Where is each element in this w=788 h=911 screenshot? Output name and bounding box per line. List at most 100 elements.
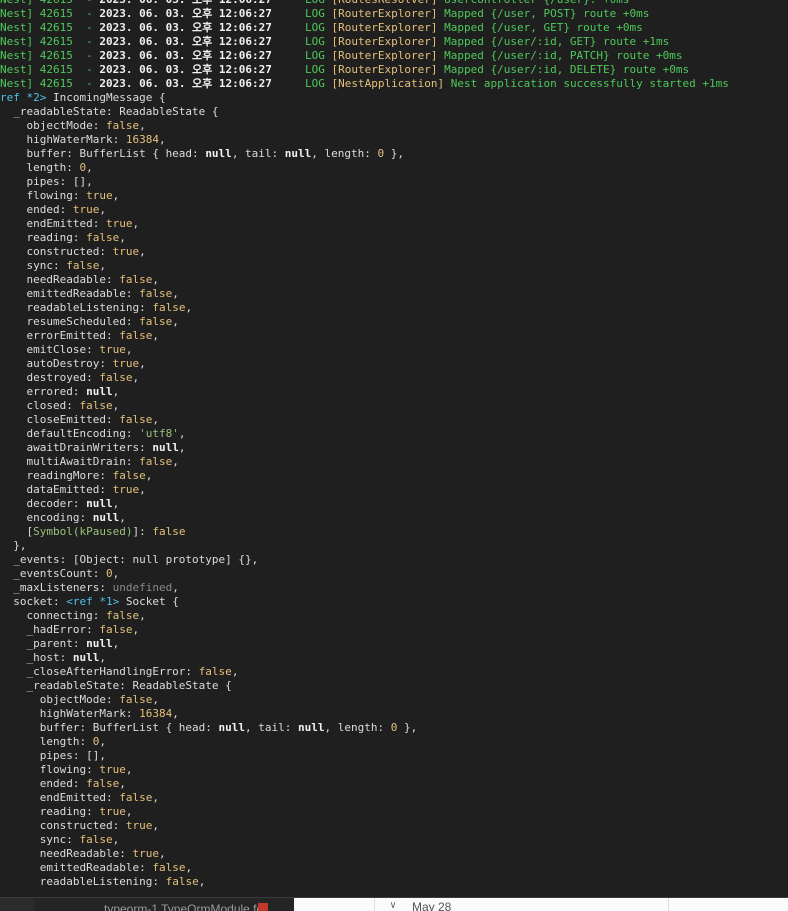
object-line: _hadError: false, <box>0 623 139 637</box>
object-token: resumeScheduled: <box>0 315 140 328</box>
object-token: , <box>139 357 146 370</box>
object-token: false <box>79 833 113 846</box>
object-token: , <box>125 763 133 776</box>
log-context: [RouterExplorer] <box>331 35 438 48</box>
log-timestamp: 2023. 06. 03. 오후 12:06:27 <box>99 35 272 48</box>
log-line: Nest] 42615 - 2023. 06. 03. 오후 12:06:27 … <box>0 63 689 77</box>
object-token: reading: <box>0 805 100 818</box>
object-line: needReadable: false, <box>0 273 158 287</box>
object-line: sync: false, <box>0 259 106 273</box>
object-token: , <box>125 805 133 818</box>
object-line: emittedReadable: false, <box>0 861 192 875</box>
object-token: buffer: BufferList { head: <box>0 721 219 734</box>
object-token: , <box>152 329 159 342</box>
log-level: LOG <box>271 21 332 34</box>
object-token: multiAwaitDrain: <box>0 455 140 468</box>
log-line: Nest] 42615 - 2023. 06. 03. 오후 12:06:27 … <box>0 49 683 63</box>
object-token: ]: <box>132 525 153 538</box>
object-line: buffer: BufferList { head: null, tail: n… <box>0 147 404 161</box>
log-timestamp: 2023. 06. 03. 오후 12:06:27 <box>99 77 272 90</box>
object-token: _readableState: ReadableState { <box>0 679 232 692</box>
object-token: pipes: [], <box>0 175 93 188</box>
object-token: , <box>178 441 186 454</box>
object-token: , length: <box>311 147 378 160</box>
object-line: flowing: true, <box>0 189 119 203</box>
log-line: Nest] 42615 - 2023. 06. 03. 오후 12:06:27 … <box>0 35 669 49</box>
object-token: readableListening: <box>0 875 166 888</box>
object-line: endEmitted: false, <box>0 791 159 805</box>
object-token: objectMode: <box>0 693 120 706</box>
object-token: false <box>139 287 173 300</box>
object-token: false <box>152 301 186 314</box>
object-line: objectMode: false, <box>0 693 159 707</box>
object-token: , <box>158 133 166 146</box>
object-token: false <box>119 693 153 706</box>
object-line: errored: null, <box>0 385 119 399</box>
log-level: LOG <box>271 77 332 90</box>
object-line: destroyed: false, <box>0 371 139 385</box>
terminal-output[interactable]: Nest] 42615 - 2023. 06. 03. 오후 12:06:27 … <box>0 0 788 897</box>
object-line: length: 0, <box>0 161 92 175</box>
object-token: undefined <box>112 581 173 594</box>
object-token: Socket { <box>119 595 179 608</box>
log-line: Nest] 42615 - 2023. 06. 03. 오후 12:06:27 … <box>0 21 643 35</box>
object-token: true <box>99 343 126 356</box>
bottom-bar: typeorm-1 TypeOrmModule.fo ∨ May 28 <box>0 897 788 911</box>
object-line: decoder: null, <box>0 497 119 511</box>
object-token: null <box>92 511 120 524</box>
date-group-label: May 28 <box>412 900 452 911</box>
chevron-down-icon[interactable]: ∨ <box>390 900 396 911</box>
object-token: flowing: <box>0 763 100 776</box>
column-divider <box>374 898 375 911</box>
object-token: null <box>205 147 232 160</box>
object-token: true <box>99 805 126 818</box>
object-line: errorEmitted: false, <box>0 329 159 343</box>
object-token: , <box>231 665 239 678</box>
object-line: multiAwaitDrain: false, <box>0 455 178 469</box>
object-line: emitClose: true, <box>0 343 132 357</box>
editor-tab[interactable]: typeorm-1 TypeOrmModule.fo <box>34 898 294 911</box>
object-token: false <box>119 413 153 426</box>
object-line: readableListening: false, <box>0 875 206 889</box>
object-token: destroyed: <box>0 371 100 384</box>
object-token: null <box>218 721 246 734</box>
object-token: , <box>172 707 179 720</box>
object-token: highWaterMark: <box>0 707 140 720</box>
log-level: LOG <box>271 7 332 20</box>
object-token: true <box>86 189 113 202</box>
object-token: , <box>172 287 179 300</box>
log-message: Mapped {/user, POST} route +0ms <box>437 7 650 20</box>
object-token: _host: <box>0 651 73 664</box>
object-token: Symbol(kPaused) <box>33 525 133 538</box>
log-prefix: Nest] 42615 - <box>0 7 100 20</box>
object-token: needReadable: <box>0 273 120 286</box>
object-line: readingMore: false, <box>0 469 152 483</box>
object-token: null <box>284 147 312 160</box>
object-token: false <box>152 525 186 538</box>
object-token: false <box>119 329 153 342</box>
object-token: false <box>139 455 173 468</box>
object-line: flowing: true, <box>0 763 133 777</box>
object-line: constructed: true, <box>0 819 159 833</box>
object-line: endEmitted: true, <box>0 217 139 231</box>
object-line: highWaterMark: 16384, <box>0 707 179 721</box>
object-token: , <box>178 427 186 440</box>
object-token: objectMode: <box>0 119 106 132</box>
log-prefix: Nest] 42615 - <box>0 49 100 62</box>
log-prefix: Nest] 42615 - <box>0 35 100 48</box>
object-token: endEmitted: <box>0 791 120 804</box>
log-prefix: Nest] 42615 - <box>0 63 100 76</box>
object-line: _maxListeners: undefined, <box>0 581 179 595</box>
log-prefix: Nest] 42615 - <box>0 21 100 34</box>
object-token: , <box>119 511 126 524</box>
object-token: true <box>72 203 100 216</box>
object-token: ended: <box>0 777 87 790</box>
object-token: dataEmitted: <box>0 483 113 496</box>
object-token: , <box>99 259 106 272</box>
object-line: objectMode: false, <box>0 119 145 133</box>
object-line: constructed: true, <box>0 245 145 259</box>
object-token: , <box>112 399 120 412</box>
log-message: Mapped {/user/:id, PATCH} route +0ms <box>437 49 683 62</box>
object-token: , length: <box>324 721 391 734</box>
object-token: , <box>152 413 159 426</box>
